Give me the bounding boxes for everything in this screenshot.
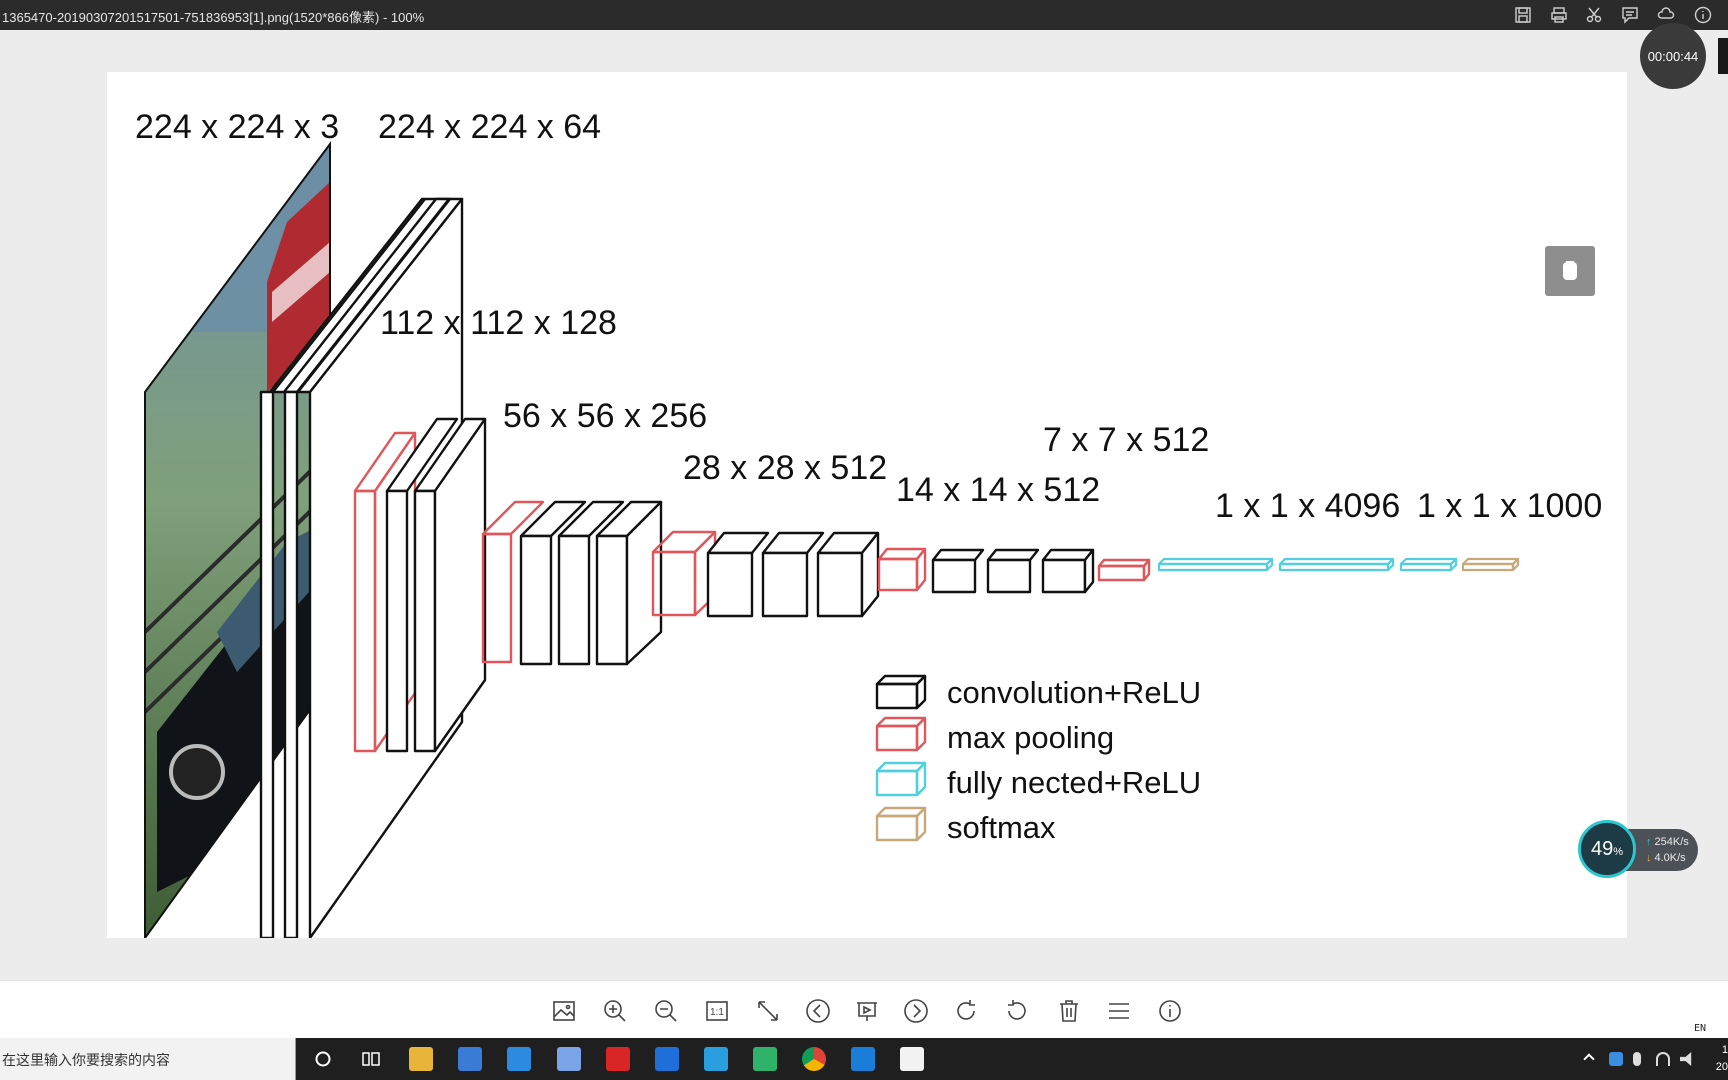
save-icon[interactable] — [1513, 5, 1533, 25]
slideshow-icon[interactable] — [853, 997, 881, 1025]
store-icon[interactable] — [458, 1047, 482, 1071]
image-viewer[interactable]: 224 x 224 x 3 224 x 224 x 64 112 x 112 x… — [0, 30, 1728, 980]
memory-usage-ring: 49% — [1578, 820, 1636, 878]
edge-icon[interactable] — [655, 1047, 679, 1071]
taskbar-clock[interactable]: 1 20 — [1712, 1042, 1728, 1076]
comment-icon[interactable] — [1620, 5, 1640, 25]
pool5-size-label: 7 x 7 x 512 — [1043, 421, 1209, 459]
microphone-icon[interactable] — [1633, 1052, 1641, 1066]
taskbar-search-input[interactable]: 在这里输入你要搜索的内容 — [0, 1038, 296, 1080]
menu-icon[interactable] — [1105, 997, 1133, 1025]
upload-speed: 254K/s — [1654, 836, 1689, 848]
conv1-size-label: 224 x 224 x 64 — [378, 108, 601, 146]
zoom-in-icon[interactable] — [601, 997, 629, 1025]
zoom-out-icon[interactable] — [652, 997, 680, 1025]
legend-pool-swatch — [875, 716, 927, 752]
conv3-size-label: 56 x 56 x 256 — [503, 397, 707, 435]
app-icon[interactable] — [557, 1047, 581, 1071]
legend-softmax-label: softmax — [947, 810, 1056, 845]
tray-app-icon[interactable] — [1609, 1052, 1623, 1066]
rotate-right-icon[interactable] — [952, 997, 980, 1025]
pycharm-icon[interactable] — [753, 1047, 777, 1071]
legend-conv-label: convolution+ReLU — [947, 675, 1201, 710]
softmax-size-label: 1 x 1 x 1000 — [1417, 487, 1602, 525]
svg-text:1:1: 1:1 — [710, 1007, 724, 1018]
fit-screen-icon[interactable] — [754, 997, 782, 1025]
download-arrow-icon: ↓ — [1646, 852, 1652, 864]
window-title: 1365470-20190307201517501-751836953[1].p… — [2, 10, 425, 25]
legend-softmax-swatch — [875, 806, 927, 842]
ie-icon[interactable] — [704, 1047, 728, 1071]
conv4-size-label: 28 x 28 x 512 — [683, 449, 887, 487]
title-bar: 1365470-20190307201517501-751836953[1].p… — [0, 0, 1728, 30]
conv2-size-label: 112 x 112 x 128 — [380, 304, 617, 342]
info-icon[interactable] — [1693, 5, 1713, 25]
legend-pool-label: max pooling — [947, 720, 1114, 755]
info-icon[interactable] — [1156, 997, 1184, 1025]
upload-arrow-icon: ↑ — [1646, 836, 1652, 848]
floating-capture-button[interactable] — [1545, 246, 1595, 296]
viewer-toolbar: 1:1 EN — [0, 980, 1728, 1038]
image-icon[interactable] — [550, 997, 578, 1025]
network-speed-widget[interactable]: 49% ↑ 254K/s ↓ 4.0K/s — [1578, 820, 1698, 880]
tray-expand-icon[interactable] — [1583, 1053, 1595, 1065]
legend — [875, 674, 927, 842]
previous-icon[interactable] — [804, 997, 832, 1025]
print-icon[interactable] — [1549, 5, 1569, 25]
photo-app-icon[interactable] — [900, 1047, 924, 1071]
task-view-icon[interactable] — [359, 1047, 383, 1071]
chrome-icon[interactable] — [802, 1047, 826, 1071]
actual-size-icon[interactable]: 1:1 — [703, 997, 731, 1025]
recording-timer[interactable]: 00:00:44 — [1640, 23, 1706, 89]
red-app-icon[interactable] — [606, 1047, 630, 1071]
file-explorer-icon[interactable] — [409, 1047, 433, 1071]
cortana-icon[interactable] — [311, 1047, 335, 1071]
delete-icon[interactable] — [1055, 997, 1083, 1025]
next-icon[interactable] — [902, 997, 930, 1025]
wifi-icon[interactable] — [1656, 1052, 1670, 1066]
volume-icon[interactable] — [1680, 1052, 1692, 1066]
conv5-size-label: 14 x 14 x 512 — [896, 471, 1100, 509]
ime-indicator[interactable]: EN — [1694, 1023, 1706, 1034]
mail-icon[interactable] — [507, 1047, 531, 1071]
fc-size-label: 1 x 1 x 4096 — [1215, 487, 1400, 525]
input-car-image — [145, 144, 330, 938]
download-speed: 4.0K/s — [1654, 852, 1686, 864]
legend-fc-label: fully nected+ReLU — [947, 765, 1201, 800]
input-size-label: 224 x 224 x 3 — [135, 108, 339, 146]
video-app-icon[interactable] — [851, 1047, 875, 1071]
windows-taskbar: 在这里输入你要搜索的内容 1 20 — [0, 1038, 1728, 1080]
cut-icon[interactable] — [1584, 5, 1604, 25]
legend-conv-swatch — [875, 674, 927, 710]
vgg16-architecture-diagram: 224 x 224 x 3 224 x 224 x 64 112 x 112 x… — [135, 108, 1602, 938]
capture-icon — [1563, 261, 1577, 280]
rotate-left-icon[interactable] — [1003, 997, 1031, 1025]
displayed-image: 224 x 224 x 3 224 x 224 x 64 112 x 112 x… — [107, 72, 1627, 938]
cloud-icon[interactable] — [1656, 5, 1676, 25]
legend-fc-swatch — [875, 761, 927, 797]
recording-side-tab[interactable] — [1718, 38, 1728, 74]
